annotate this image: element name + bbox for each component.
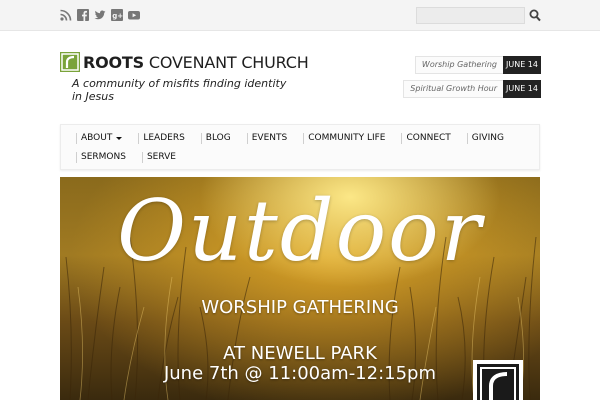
nav-item-connect[interactable]: CONNECT: [401, 133, 454, 144]
hero-subtitle: WORSHIP GATHERING: [201, 297, 399, 318]
nav-item-sermons[interactable]: SERMONS: [76, 152, 130, 163]
svg-text:g+: g+: [112, 12, 123, 20]
nav-item-giving[interactable]: GIVING: [466, 133, 508, 144]
nav-item-leaders[interactable]: LEADERS: [138, 133, 188, 144]
upcoming-events: Worship Gathering JUNE 14 Spiritual Grow…: [341, 56, 541, 104]
top-bar: g+: [0, 0, 600, 31]
event-date: JUNE 14: [503, 80, 541, 98]
roots-logo-icon: [473, 360, 523, 400]
event-item[interactable]: Worship Gathering JUNE 14: [341, 56, 541, 74]
social-links: g+: [60, 9, 140, 21]
hero-location: AT NEWELL PARK: [223, 343, 377, 364]
nav-row: SERMONS SERVE: [76, 152, 192, 163]
event-name[interactable]: Spiritual Growth Hour: [403, 80, 503, 98]
rss-icon[interactable]: [60, 9, 72, 21]
hero-banner[interactable]: Outdoor WORSHIP GATHERING AT NEWELL PARK…: [60, 177, 540, 400]
nav-item-community-life[interactable]: COMMUNITY LIFE: [303, 133, 389, 144]
site-tagline: A community of misfits finding identity …: [72, 77, 287, 103]
event-name[interactable]: Worship Gathering: [414, 56, 503, 74]
facebook-icon[interactable]: [77, 9, 89, 21]
nav-row: ABOUT LEADERS BLOG EVENTS COMMUNITY LIFE…: [76, 133, 520, 144]
event-item[interactable]: Spiritual Growth Hour JUNE 14: [341, 80, 541, 98]
hero-title: Outdoor: [117, 182, 483, 280]
search-input[interactable]: [416, 7, 525, 24]
nav-item-events[interactable]: EVENTS: [246, 133, 291, 144]
search-icon[interactable]: [529, 9, 541, 22]
roots-logo-icon: [60, 52, 80, 72]
google-plus-icon[interactable]: g+: [111, 9, 123, 21]
site-title: ROOTS COVENANT CHURCH: [83, 53, 309, 72]
main-nav: ABOUT LEADERS BLOG EVENTS COMMUNITY LIFE…: [60, 124, 540, 170]
site-title-bold: ROOTS: [83, 52, 144, 72]
site-title-rest: COVENANT CHURCH: [143, 52, 309, 72]
twitter-icon[interactable]: [94, 9, 106, 21]
youtube-icon[interactable]: [128, 9, 140, 21]
site-logo[interactable]: ROOTS COVENANT CHURCH: [60, 52, 309, 72]
nav-item-label: ABOUT: [81, 133, 113, 143]
event-date: JUNE 14: [503, 56, 541, 74]
hero-time: June 7th @ 11:00am-12:15pm: [163, 363, 437, 384]
nav-item-blog[interactable]: BLOG: [200, 133, 235, 144]
nav-item-serve[interactable]: SERVE: [141, 152, 180, 163]
nav-item-about[interactable]: ABOUT: [76, 133, 126, 144]
caret-down-icon: [116, 137, 123, 140]
